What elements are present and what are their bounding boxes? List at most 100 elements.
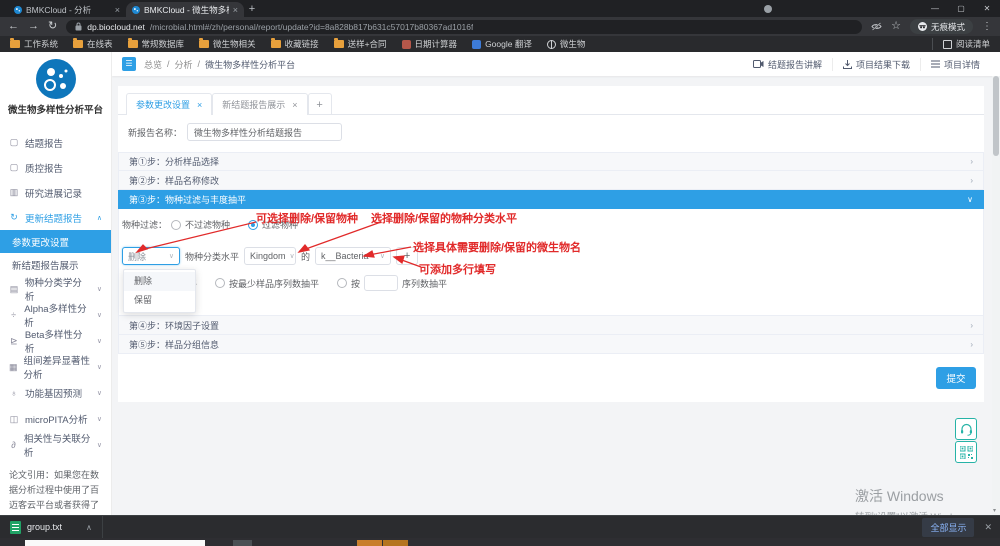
customer-service-button[interactable] xyxy=(955,418,977,440)
beta-icon: ⊵ xyxy=(9,336,19,347)
link-icon: ∂ xyxy=(9,440,18,450)
show-all-downloads-button[interactable]: 全部显示 xyxy=(922,518,974,537)
chevron-down-icon: ∨ xyxy=(97,363,102,371)
details-icon xyxy=(931,60,940,68)
tab-close-icon[interactable]: × xyxy=(292,100,297,110)
chrome-menu-icon[interactable]: ⋮ xyxy=(982,22,992,32)
tab-close-icon[interactable]: × xyxy=(115,5,120,15)
content-tabs: 参数更改设置× 新结题报告展示× + xyxy=(118,86,984,115)
sidebar-item-group-diff[interactable]: ▦组间差异显著性分析∨ xyxy=(0,354,111,380)
sidebar-item-correlation[interactable]: ∂相关性与关联分析∨ xyxy=(0,432,111,458)
add-tab-button[interactable]: + xyxy=(308,93,332,115)
sidebar-item-progress[interactable]: ▥研究进展记录 xyxy=(0,180,111,205)
breadcrumb-item[interactable]: 分析 xyxy=(175,58,193,71)
steps-accordion: 第①步：分析样品选择› 第②步：样品名称修改› 第③步：物种过滤与丰度抽平∨ 物… xyxy=(118,152,984,354)
extension-icon[interactable] xyxy=(764,5,772,13)
bookmarks-bar: 工作系统 在线表 常规数据库 微生物相关 收藏链接 送样+合同 日期计算器 Go… xyxy=(0,36,1000,52)
download-filename: group.txt xyxy=(27,522,62,532)
new-tab-button[interactable]: + xyxy=(244,2,260,17)
taskbar-app-icon[interactable] xyxy=(383,540,408,546)
dropdown-option-delete[interactable]: 删除 xyxy=(124,272,195,291)
tab-close-icon[interactable]: × xyxy=(233,5,238,15)
bookmark-item[interactable]: 微生物 xyxy=(547,38,586,50)
sidebar-item-param-settings[interactable]: 参数更改设置 xyxy=(0,230,111,253)
report-name-input[interactable] xyxy=(187,123,342,141)
breadcrumb-item[interactable]: 总览 xyxy=(144,58,162,71)
step-4-env-factor[interactable]: 第④步：环境因子设置› xyxy=(118,316,984,335)
sidebar-item-report[interactable]: ▢结题报告 xyxy=(0,130,111,155)
bookmark-item[interactable]: 微生物相关 xyxy=(199,38,256,50)
chevron-up-icon[interactable]: ∧ xyxy=(86,523,92,532)
tab-title: BMKCloud - 微生物多样性分析 xyxy=(144,4,229,16)
bookmark-item[interactable]: 常规数据库 xyxy=(128,38,185,50)
bookmark-item[interactable]: 工作系统 xyxy=(10,38,58,50)
windows-activation-watermark: 激活 Windows 转到“设置”以激活 Windows。 xyxy=(855,486,979,515)
project-details-button[interactable]: 项目详情 xyxy=(920,58,990,71)
sidebar-item-qc-report[interactable]: ▢质控报告 xyxy=(0,155,111,180)
forward-icon[interactable]: → xyxy=(28,21,39,32)
sidebar-item-alpha[interactable]: ÷Alpha多样性分析∨ xyxy=(0,302,111,328)
tab-param-settings[interactable]: 参数更改设置× xyxy=(126,93,212,115)
window-minimize-button[interactable]: — xyxy=(922,1,948,17)
chevron-down-icon: ∨ xyxy=(380,252,385,260)
species-name-select[interactable]: k__Bacteria∨ xyxy=(315,247,391,265)
tab-new-report-view[interactable]: 新结题报告展示× xyxy=(212,93,307,115)
rarefy-count-input[interactable] xyxy=(364,275,398,291)
taxonomy-level-select[interactable]: Kingdom∨ xyxy=(244,247,296,265)
bookmark-item[interactable]: 日期计算器 xyxy=(402,38,458,50)
sidebar-item-beta[interactable]: ⊵Beta多样性分析∨ xyxy=(0,328,111,354)
bookmark-item[interactable]: 在线表 xyxy=(73,38,113,50)
step-5-group-info[interactable]: 第⑤步：样品分组信息› xyxy=(118,335,984,354)
scrollbar-down-arrow[interactable]: ▾ xyxy=(993,507,996,514)
reading-list-button[interactable]: 阅读清单 xyxy=(932,38,990,50)
download-bar-close-icon[interactable]: ✕ xyxy=(984,522,992,533)
chevron-up-icon: ∧ xyxy=(97,214,102,222)
taskbar-app-icon[interactable] xyxy=(357,540,382,546)
folder-icon xyxy=(199,40,209,48)
scrollbar-thumb[interactable] xyxy=(993,76,999,156)
sidebar-item-gene-predict[interactable]: ♁功能基因预测∨ xyxy=(0,380,111,406)
window-maximize-button[interactable]: ▢ xyxy=(948,1,974,17)
sidebar-item-update-report[interactable]: ↻更新结题报告∧ xyxy=(0,205,111,230)
folder-icon xyxy=(334,40,344,48)
url-path: /microbial.html#/zh/personal/report/upda… xyxy=(150,22,474,32)
chevron-right-icon: › xyxy=(970,321,973,330)
refresh-icon[interactable]: ↻ xyxy=(48,21,57,32)
species-filter-label: 物种过滤： xyxy=(122,218,167,231)
back-icon[interactable]: ← xyxy=(8,21,19,32)
report-explain-button[interactable]: 结题报告讲解 xyxy=(743,58,832,71)
window-close-button[interactable]: ✕ xyxy=(974,1,1000,17)
radio-no-filter[interactable] xyxy=(171,220,181,230)
hamburger-menu-icon[interactable]: ☰ xyxy=(122,57,136,71)
radio-custom-rarefy[interactable] xyxy=(337,278,347,288)
sidebar-item-taxonomy[interactable]: ▤物种分类学分析∨ xyxy=(0,276,111,302)
browser-tab-2[interactable]: BMKCloud - 微生物多样性分析 × xyxy=(126,2,244,17)
qr-code-button[interactable] xyxy=(955,441,977,463)
web-page: 微生物多样性分析平台 ▢结题报告 ▢质控报告 ▥研究进展记录 ↻更新结题报告∧ … xyxy=(0,52,1000,515)
taskbar-app-icon[interactable] xyxy=(233,540,252,546)
radio-min-sample-rarefy[interactable] xyxy=(215,278,225,288)
page-scrollbar[interactable]: ▾ xyxy=(992,76,1000,515)
tab-close-icon[interactable]: × xyxy=(197,100,202,110)
bookmark-item[interactable]: 送样+合同 xyxy=(334,38,387,50)
sidebar-item-new-report-view[interactable]: 新结题报告展示 xyxy=(0,253,111,276)
taskbar-app-preview[interactable] xyxy=(25,540,205,546)
globe-icon xyxy=(547,40,556,49)
bookmark-item[interactable]: 收藏链接 xyxy=(271,38,319,50)
report-name-row: 新报告名称： xyxy=(118,115,984,149)
address-bar[interactable]: dp.biocloud.net/microbial.html#/zh/perso… xyxy=(66,20,862,34)
project-download-button[interactable]: 项目结果下载 xyxy=(832,58,920,71)
step-3-species-filter[interactable]: 第③步：物种过滤与丰度抽平∨ xyxy=(118,190,984,209)
filter-action-select[interactable]: 删除∨ xyxy=(122,247,180,265)
eye-off-icon[interactable] xyxy=(871,22,882,31)
dropdown-option-keep[interactable]: 保留 xyxy=(124,291,195,310)
step-2-sample-rename[interactable]: 第②步：样品名称修改› xyxy=(118,171,984,190)
windows-taskbar xyxy=(0,538,1000,546)
bookmark-item[interactable]: Google 翻译 xyxy=(472,38,532,50)
browser-tab-1[interactable]: BMKCloud - 分析 × xyxy=(8,2,126,17)
bookmark-star-icon[interactable]: ☆ xyxy=(891,21,901,32)
submit-button[interactable]: 提交 xyxy=(936,367,976,389)
downloaded-file[interactable]: group.txt ∧ xyxy=(0,516,102,538)
step-1-sample-select[interactable]: 第①步：分析样品选择› xyxy=(118,152,984,171)
sidebar-item-micropita[interactable]: ◫microPITA分析∨ xyxy=(0,406,111,432)
